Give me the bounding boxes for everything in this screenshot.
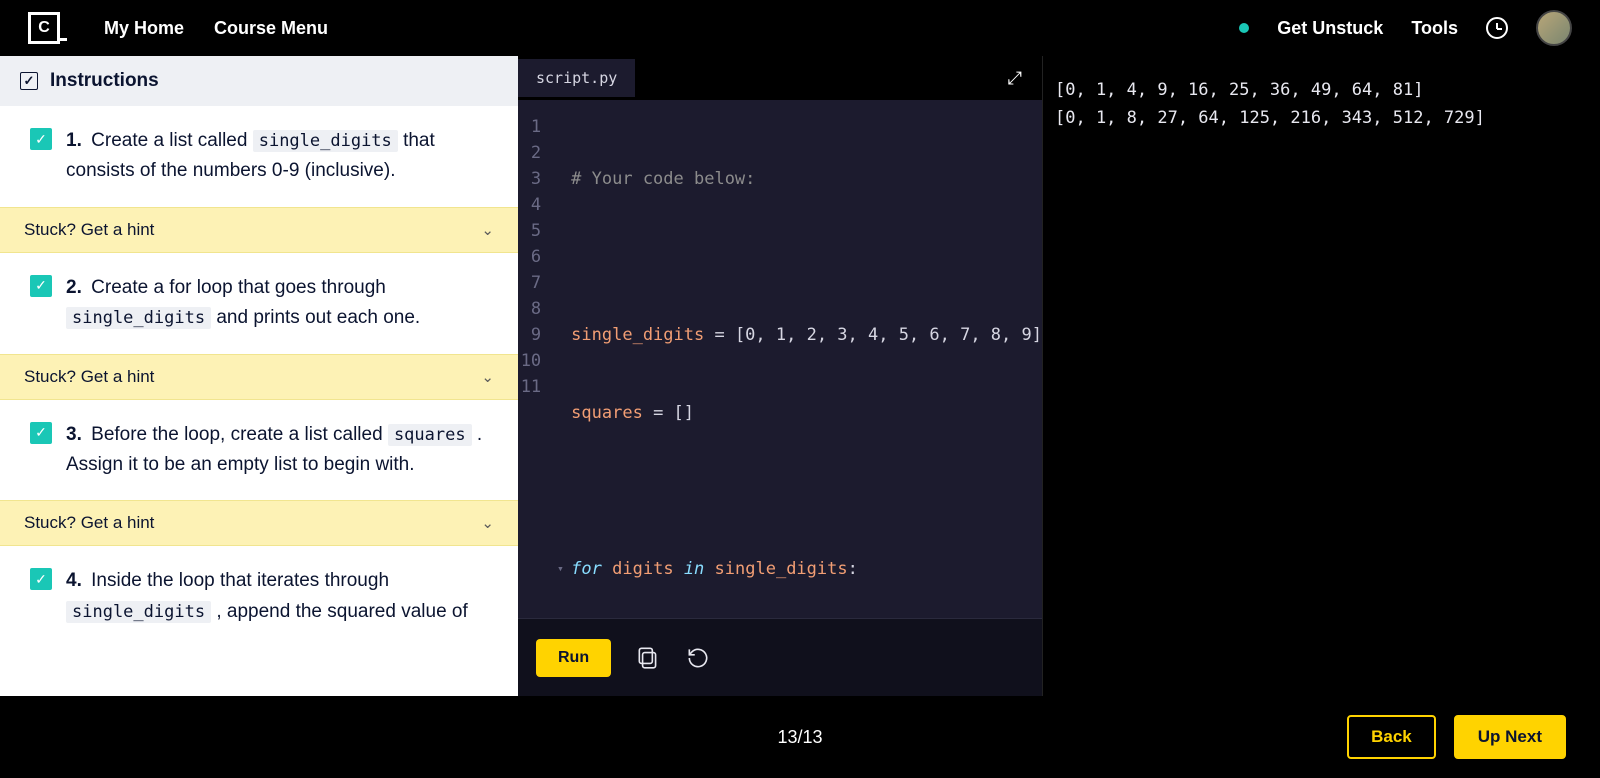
expand-icon[interactable]: ⤢ bbox=[998, 62, 1032, 95]
progress-counter: 13/13 bbox=[777, 727, 822, 748]
step-number: 4. bbox=[66, 570, 82, 591]
step-pre: Create a for loop that goes through bbox=[91, 277, 386, 298]
instructions-header: ✓ Instructions bbox=[0, 56, 518, 106]
code-editor[interactable]: 1234567891011 # Your code below: single_… bbox=[518, 100, 1042, 618]
copy-icon[interactable] bbox=[635, 645, 661, 671]
step-text: 3. Before the loop, create a list called… bbox=[66, 420, 490, 481]
hint-toggle[interactable]: Stuck? Get a hint ⌄ bbox=[0, 354, 518, 400]
step-post: , append the squared value of bbox=[216, 601, 467, 622]
editor-panel: script.py ⤢ 1234567891011 # Your code be… bbox=[518, 56, 1042, 696]
check-complete-icon: ✓ bbox=[30, 128, 52, 150]
inline-code: single_digits bbox=[66, 307, 211, 329]
top-navbar: C My Home Course Menu Get Unstuck Tools bbox=[0, 0, 1600, 56]
hint-label: Stuck? Get a hint bbox=[24, 220, 154, 240]
clock-icon[interactable] bbox=[1486, 17, 1508, 39]
status-dot-icon bbox=[1239, 23, 1249, 33]
hint-toggle[interactable]: Stuck? Get a hint ⌄ bbox=[0, 500, 518, 546]
nav-course-menu[interactable]: Course Menu bbox=[214, 18, 328, 39]
checkbox-icon: ✓ bbox=[20, 72, 38, 90]
code-content[interactable]: # Your code below: single_digits = [0, 1… bbox=[551, 114, 1042, 618]
step-item: ✓ 2. Create a for loop that goes through… bbox=[0, 253, 518, 354]
nav-links: My Home Course Menu bbox=[104, 18, 328, 39]
instructions-panel: ✓ Instructions ✓ 1. Create a list called… bbox=[0, 56, 518, 696]
inline-code: single_digits bbox=[253, 130, 398, 152]
step-pre: Create a list called bbox=[91, 130, 253, 151]
hint-label: Stuck? Get a hint bbox=[24, 367, 154, 387]
bottom-navbar: 13/13 Back Up Next bbox=[0, 696, 1600, 778]
steps-list[interactable]: ✓ 1. Create a list called single_digits … bbox=[0, 106, 518, 696]
inline-code: squares bbox=[388, 424, 472, 446]
terminal-line: [0, 1, 8, 27, 64, 125, 216, 343, 512, 72… bbox=[1055, 104, 1588, 132]
step-number: 2. bbox=[66, 277, 82, 298]
step-pre: Inside the loop that iterates through bbox=[91, 570, 389, 591]
site-logo[interactable]: C bbox=[28, 12, 60, 44]
step-item: ✓ 4. Inside the loop that iterates throu… bbox=[0, 546, 518, 647]
hint-toggle[interactable]: Stuck? Get a hint ⌄ bbox=[0, 207, 518, 253]
terminal-line: [0, 1, 4, 9, 16, 25, 36, 49, 64, 81] bbox=[1055, 76, 1588, 104]
chevron-down-icon: ⌄ bbox=[481, 514, 494, 532]
terminal-output[interactable]: [0, 1, 4, 9, 16, 25, 36, 49, 64, 81][0, … bbox=[1042, 56, 1600, 696]
instructions-title: Instructions bbox=[50, 70, 159, 92]
editor-tabbar: script.py ⤢ bbox=[518, 56, 1042, 100]
bottom-nav-buttons: Back Up Next bbox=[1347, 715, 1566, 759]
step-item: ✓ 3. Before the loop, create a list call… bbox=[0, 400, 518, 501]
up-next-button[interactable]: Up Next bbox=[1454, 715, 1566, 759]
tools-link[interactable]: Tools bbox=[1411, 18, 1458, 39]
step-number: 3. bbox=[66, 424, 82, 445]
logo-letter: C bbox=[38, 19, 50, 37]
main-area: ✓ Instructions ✓ 1. Create a list called… bbox=[0, 56, 1600, 696]
check-complete-icon: ✓ bbox=[30, 568, 52, 590]
run-button[interactable]: Run bbox=[536, 639, 611, 677]
chevron-down-icon: ⌄ bbox=[481, 221, 494, 239]
line-gutter: 1234567891011 bbox=[518, 114, 551, 618]
chevron-down-icon: ⌄ bbox=[481, 368, 494, 386]
step-pre: Before the loop, create a list called bbox=[91, 424, 388, 445]
step-post: and prints out each one. bbox=[216, 307, 420, 328]
step-text: 4. Inside the loop that iterates through… bbox=[66, 566, 490, 627]
step-text: 1. Create a list called single_digits th… bbox=[66, 126, 490, 187]
check-complete-icon: ✓ bbox=[30, 275, 52, 297]
step-text: 2. Create a for loop that goes through s… bbox=[66, 273, 490, 334]
back-button[interactable]: Back bbox=[1347, 715, 1436, 759]
topbar-right: Get Unstuck Tools bbox=[1239, 10, 1572, 46]
file-tab[interactable]: script.py bbox=[518, 59, 635, 97]
step-item: ✓ 1. Create a list called single_digits … bbox=[0, 106, 518, 207]
nav-my-home[interactable]: My Home bbox=[104, 18, 184, 39]
check-complete-icon: ✓ bbox=[30, 422, 52, 444]
avatar[interactable] bbox=[1536, 10, 1572, 46]
editor-action-bar: Run bbox=[518, 618, 1042, 696]
reset-icon[interactable] bbox=[685, 645, 711, 671]
inline-code: single_digits bbox=[66, 601, 211, 623]
step-number: 1. bbox=[66, 130, 82, 151]
get-unstuck-link[interactable]: Get Unstuck bbox=[1277, 18, 1383, 39]
hint-label: Stuck? Get a hint bbox=[24, 513, 154, 533]
